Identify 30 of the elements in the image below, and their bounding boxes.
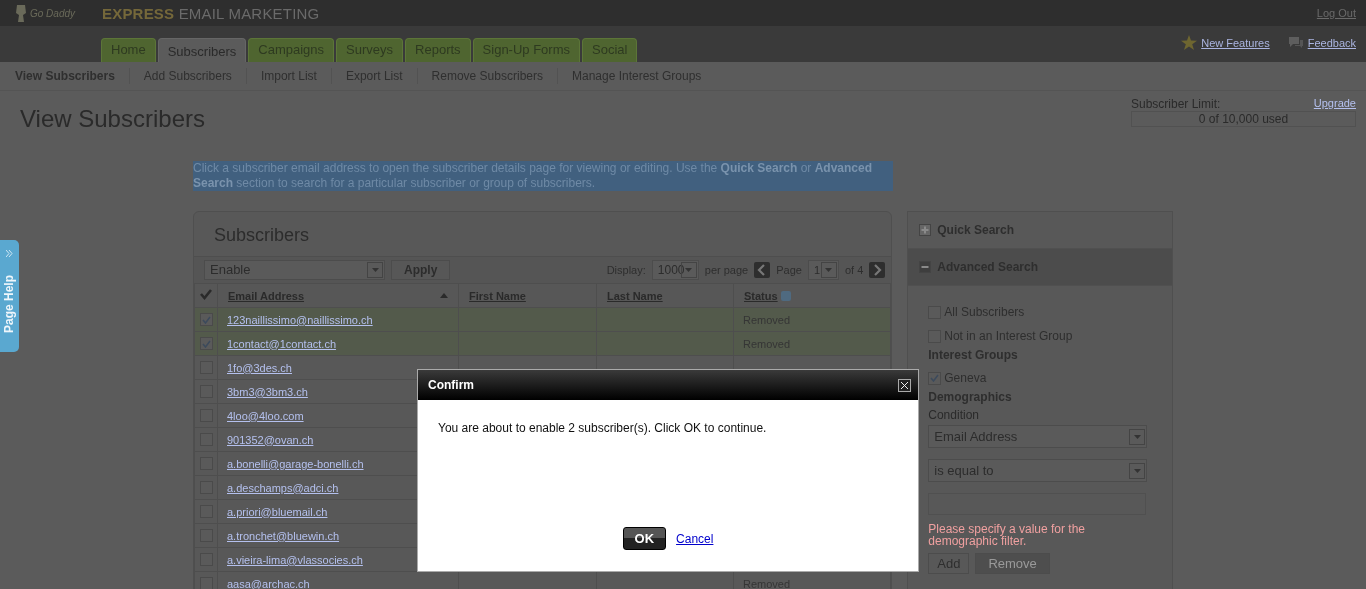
- row-checkbox[interactable]: [199, 337, 213, 351]
- close-icon[interactable]: [898, 378, 911, 392]
- previous-page-icon[interactable]: [754, 262, 771, 278]
- email-link[interactable]: 3bm3@3bm3.ch: [227, 385, 308, 398]
- checkmark-icon[interactable]: [200, 289, 212, 300]
- logo-text: Go Daddy: [30, 7, 76, 19]
- header-link[interactable]: Feedback: [1307, 36, 1356, 49]
- dialog-message: You are about to enable 2 subscriber(s). Click OK to continue.: [438, 421, 768, 435]
- page-help-tab[interactable]: Page Help: [0, 240, 19, 352]
- product-name: EXPRESS EMAIL MARKETING: [102, 4, 320, 22]
- check-icon: [201, 315, 211, 324]
- star-icon: [1181, 35, 1198, 50]
- sort-up-icon: [440, 293, 448, 298]
- dialog-title: Confirm: [428, 378, 474, 392]
- check-icon: [201, 339, 211, 348]
- error-message: Please specify a value for the demographic filter.: [928, 523, 1087, 547]
- logout-link[interactable]: Log Out: [1316, 7, 1356, 19]
- chevron-icon: [6, 250, 13, 257]
- email-link[interactable]: 4loo@4loo.com: [227, 409, 304, 422]
- email-link[interactable]: 1fo@3des.ch: [227, 361, 292, 374]
- upgrade-link[interactable]: Upgrade: [1313, 97, 1356, 111]
- ok-button[interactable]: OK: [622, 527, 667, 550]
- email-link[interactable]: 901352@ovan.ch: [227, 433, 314, 446]
- chat-icon: [1287, 35, 1304, 50]
- check-icon: [930, 374, 940, 382]
- header-link[interactable]: New Features: [1201, 36, 1270, 49]
- next-page-icon[interactable]: [869, 262, 886, 278]
- row-checkbox[interactable]: [199, 313, 213, 327]
- help-icon: [780, 290, 791, 301]
- cancel-link[interactable]: Cancel: [676, 531, 714, 546]
